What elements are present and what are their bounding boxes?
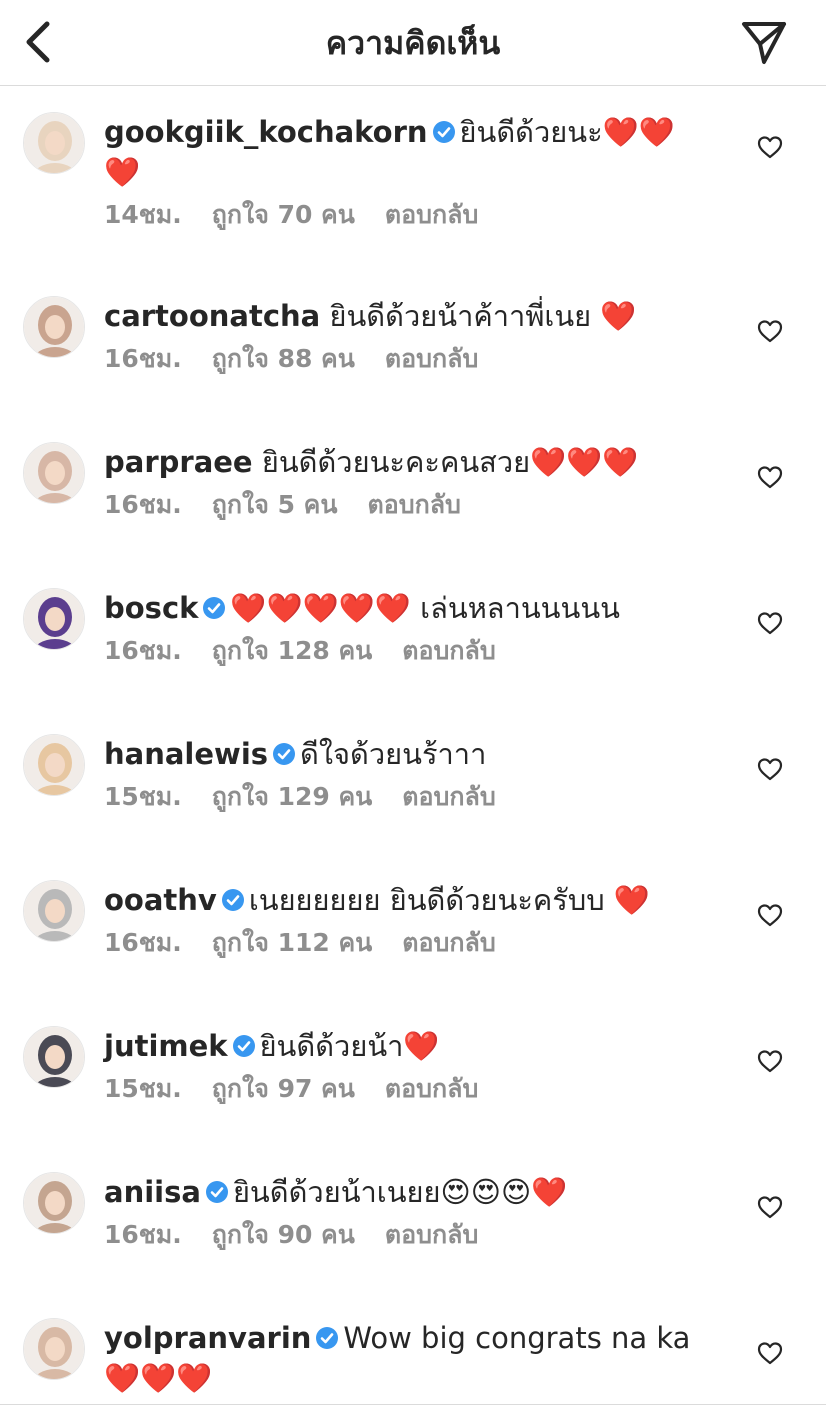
likes-count-link[interactable]: ถูกใจ 129 คน — [212, 782, 373, 811]
comment-meta: 16ชม. ถูกใจ 5 คน ตอบกลับ — [104, 488, 704, 522]
verified-badge-icon — [203, 597, 226, 619]
like-comment-button[interactable] — [755, 132, 785, 162]
reply-button[interactable]: ตอบกลับ — [385, 1074, 478, 1103]
like-comment-button[interactable] — [755, 900, 785, 930]
verified-badge-icon — [205, 1181, 228, 1203]
comment-text: ดีใจด้วยนร้าาา — [300, 737, 487, 771]
verified-badge-icon — [273, 743, 296, 765]
divider — [0, 1404, 826, 1405]
likes-count-link[interactable]: ถูกใจ 90 คน — [212, 1220, 355, 1249]
comment-body: parpraee ยินดีด้วยนะคะคนสวย❤️❤️❤️ 16ชม. ถู… — [104, 442, 704, 522]
comment-timestamp: 15ชม. — [104, 1074, 182, 1103]
comment-username[interactable]: parpraee — [104, 445, 253, 479]
comment-text: ยินดีด้วยน้าเนยย😍😍😍❤️ — [232, 1175, 568, 1209]
avatar[interactable] — [23, 1172, 85, 1234]
comment-text: เนยยยยยย ยินดีด้วยนะครับบ ❤️ — [248, 883, 651, 917]
comment-meta: 15ชม. ถูกใจ 129 คน ตอบกลับ — [104, 780, 704, 814]
reply-button[interactable]: ตอบกลับ — [402, 782, 495, 811]
avatar[interactable] — [23, 734, 85, 796]
comment-body: jutimek ยินดีด้วยน้า❤️ 15ชม. ถูกใจ 97 คน ตอบ… — [104, 1026, 704, 1106]
comment-timestamp: 16ชม. — [104, 1220, 182, 1249]
comment-timestamp: 14ชม. — [104, 200, 182, 229]
comment-username[interactable]: yolpranvarin — [104, 1321, 311, 1355]
heart-outline-icon — [757, 136, 783, 159]
comment-meta: 16ชม. ถูกใจ 128 คน ตอบกลับ — [104, 634, 704, 668]
comment-text: ❤️❤️❤️❤️❤️ เล่นหลานนนนน — [230, 591, 620, 625]
comment-username[interactable]: aniisa — [104, 1175, 201, 1209]
likes-count-link[interactable]: ถูกใจ 97 คน — [212, 1074, 355, 1103]
reply-button[interactable]: ตอบกลับ — [385, 200, 478, 229]
likes-count-link[interactable]: ถูกใจ 5 คน — [212, 490, 338, 519]
comment-meta: 14ชม. ถูกใจ 70 คน ตอบกลับ — [104, 198, 704, 232]
page-title: ความคิดเห็น — [325, 24, 501, 62]
comment-text: ยินดีด้วยน้า❤️ — [259, 1029, 440, 1063]
verified-badge-icon — [221, 889, 244, 911]
heart-outline-icon — [757, 1196, 783, 1219]
likes-count-link[interactable]: ถูกใจ 88 คน — [212, 344, 355, 373]
share-button[interactable] — [736, 14, 792, 70]
comment-body: hanalewis ดีใจด้วยนร้าาา 15ชม. ถูกใจ 129 คน… — [104, 734, 704, 814]
avatar[interactable] — [23, 588, 85, 650]
heart-outline-icon — [757, 758, 783, 781]
comment-meta: 16ชม. ถูกใจ 112 คน ตอบกลับ — [104, 926, 704, 960]
comment-timestamp: 16ชม. — [104, 344, 182, 373]
avatar[interactable] — [23, 296, 85, 358]
avatar[interactable] — [23, 880, 85, 942]
likes-count-link[interactable]: ถูกใจ 128 คน — [212, 636, 373, 665]
likes-count-link[interactable]: ถูกใจ 70 คน — [212, 200, 355, 229]
comment-timestamp: 15ชม. — [104, 782, 182, 811]
comment-body: ooathv เนยยยยยย ยินดีด้วยนะครับบ ❤️ 16ชม. ถ… — [104, 880, 704, 960]
comment-text: ยินดีด้วยนะคะคนสวย❤️❤️❤️ — [261, 445, 639, 479]
heart-outline-icon — [757, 466, 783, 489]
heart-outline-icon — [757, 1342, 783, 1365]
comment-text: ยินดีด้วยน้าค้าาพี่เนย ❤️ — [329, 299, 637, 333]
like-comment-button[interactable] — [755, 1192, 785, 1222]
verified-badge-icon — [432, 121, 455, 143]
comment-timestamp: 16ชม. — [104, 490, 182, 519]
verified-badge-icon — [316, 1327, 339, 1349]
like-comment-button[interactable] — [755, 1338, 785, 1368]
header-bar: ความคิดเห็น — [0, 0, 826, 86]
like-comment-button[interactable] — [755, 1046, 785, 1076]
comment-body: bosck ❤️❤️❤️❤️❤️ เล่นหลานนนนน 16ชม. ถูกใจ 1… — [104, 588, 704, 668]
heart-outline-icon — [757, 320, 783, 343]
comment-timestamp: 16ชม. — [104, 636, 182, 665]
comment-username[interactable]: bosck — [104, 591, 198, 625]
comment-username[interactable]: hanalewis — [104, 737, 268, 771]
comment-meta: 16ชม. ถูกใจ 88 คน ตอบกลับ — [104, 342, 704, 376]
like-comment-button[interactable] — [755, 316, 785, 346]
comment-username[interactable]: jutimek — [104, 1029, 228, 1063]
comment-body: yolpranvarin Wow big congrats na ka ❤️❤️❤… — [104, 1318, 704, 1398]
reply-button[interactable]: ตอบกลับ — [402, 928, 495, 957]
verified-badge-icon — [232, 1035, 255, 1057]
avatar[interactable] — [23, 1026, 85, 1088]
comment-username[interactable]: ooathv — [104, 883, 217, 917]
comment-timestamp: 16ชม. — [104, 928, 182, 957]
paper-plane-icon — [742, 22, 786, 64]
like-comment-button[interactable] — [755, 462, 785, 492]
reply-button[interactable]: ตอบกลับ — [367, 490, 460, 519]
likes-count-link[interactable]: ถูกใจ 112 คน — [212, 928, 373, 957]
avatar[interactable] — [23, 1318, 85, 1380]
comment-meta: 16ชม. ถูกใจ 90 คน ตอบกลับ — [104, 1218, 704, 1252]
like-comment-button[interactable] — [755, 754, 785, 784]
comment-body: gookgiik_kochakorn ยินดีด้วยนะ❤️❤️❤️ 14ชม.… — [104, 112, 704, 232]
reply-button[interactable]: ตอบกลับ — [385, 344, 478, 373]
comment-body: aniisa ยินดีด้วยน้าเนยย😍😍😍❤️ 16ชม. ถูกใจ 90… — [104, 1172, 704, 1252]
heart-outline-icon — [757, 1050, 783, 1073]
reply-button[interactable]: ตอบกลับ — [385, 1220, 478, 1249]
avatar[interactable] — [23, 112, 85, 174]
like-comment-button[interactable] — [755, 608, 785, 638]
comment-username[interactable]: cartoonatcha — [104, 299, 320, 333]
avatar[interactable] — [23, 442, 85, 504]
comment-body: cartoonatcha ยินดีด้วยน้าค้าาพี่เนย ❤️ 16… — [104, 296, 704, 376]
heart-outline-icon — [757, 904, 783, 927]
comment-username[interactable]: gookgiik_kochakorn — [104, 115, 428, 149]
reply-button[interactable]: ตอบกลับ — [402, 636, 495, 665]
comment-meta: 15ชม. ถูกใจ 97 คน ตอบกลับ — [104, 1072, 704, 1106]
heart-outline-icon — [757, 612, 783, 635]
